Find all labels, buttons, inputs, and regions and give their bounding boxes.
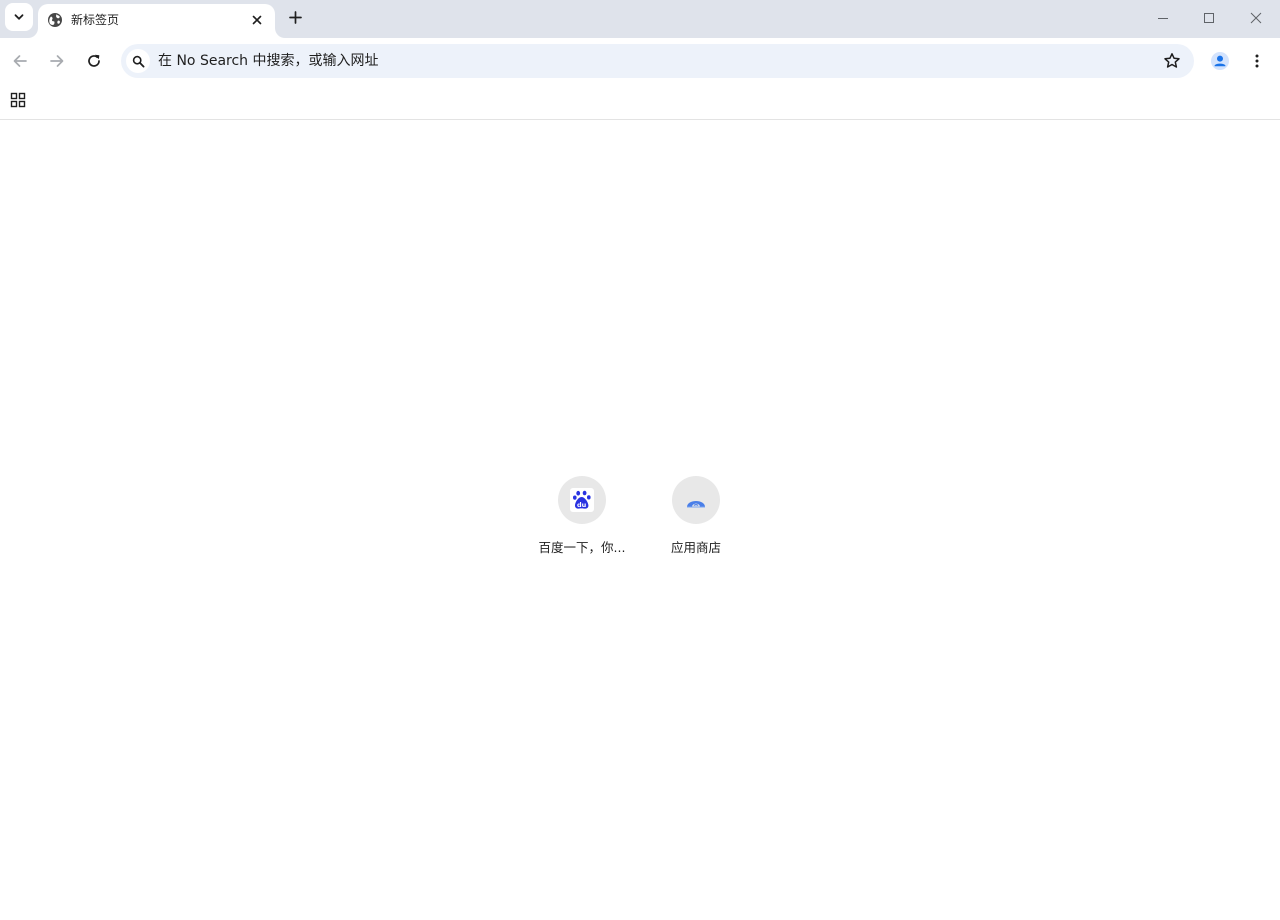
baidu-icon: du <box>570 488 594 512</box>
bookmark-star-button[interactable] <box>1162 51 1182 71</box>
shortcut-tile-app-store[interactable]: 应用商店 <box>640 472 752 568</box>
tab-new-tab[interactable]: 新标签页 <box>38 4 275 38</box>
arrow-left-icon <box>13 55 27 67</box>
profile-button[interactable] <box>1206 47 1234 75</box>
address-input[interactable] <box>158 44 1138 78</box>
shortcut-label: 百度一下，你... <box>538 540 626 555</box>
toolbar <box>0 38 1280 84</box>
star-icon <box>1164 53 1180 68</box>
globe-icon <box>48 13 62 27</box>
omnibox[interactable] <box>121 44 1194 78</box>
shortcut-tile-baidu[interactable]: du 百度一下，你... <box>526 472 638 568</box>
tab-strip: 新标签页 <box>0 0 1280 38</box>
close-icon <box>252 15 262 25</box>
close-icon <box>1250 12 1262 24</box>
maximize-icon <box>1204 13 1214 23</box>
new-tab-button[interactable] <box>284 6 306 28</box>
svg-text:du: du <box>577 501 587 509</box>
apps-grid-icon <box>10 92 26 108</box>
profile-icon <box>1211 52 1229 70</box>
shortcut-icon-container: du <box>558 476 606 524</box>
omnibox-search-chip <box>126 49 150 73</box>
tab-close-button[interactable] <box>248 11 266 29</box>
apps-button[interactable] <box>7 89 29 111</box>
plus-icon <box>288 10 302 24</box>
new-tab-page: du 百度一下，你... 应用商店 <box>0 121 1280 920</box>
reload-button[interactable] <box>80 47 108 75</box>
arrow-right-icon <box>50 55 64 67</box>
app-store-icon <box>687 501 705 508</box>
shortcut-icon-container <box>672 476 720 524</box>
window-maximize-button[interactable] <box>1186 0 1232 36</box>
chevron-down-icon <box>14 14 24 20</box>
tab-search-button[interactable] <box>5 3 33 31</box>
menu-button[interactable] <box>1243 47 1271 75</box>
back-button[interactable] <box>6 47 34 75</box>
forward-button[interactable] <box>43 47 71 75</box>
shortcut-label: 应用商店 <box>670 540 721 555</box>
minimize-icon <box>1158 18 1168 19</box>
bookmarks-bar <box>0 84 1280 120</box>
more-vertical-icon <box>1255 54 1259 68</box>
tab-title: 新标签页 <box>71 13 120 27</box>
search-icon <box>132 55 144 67</box>
window-close-button[interactable] <box>1233 0 1279 36</box>
reload-icon <box>88 54 100 67</box>
window-minimize-button[interactable] <box>1140 0 1186 36</box>
